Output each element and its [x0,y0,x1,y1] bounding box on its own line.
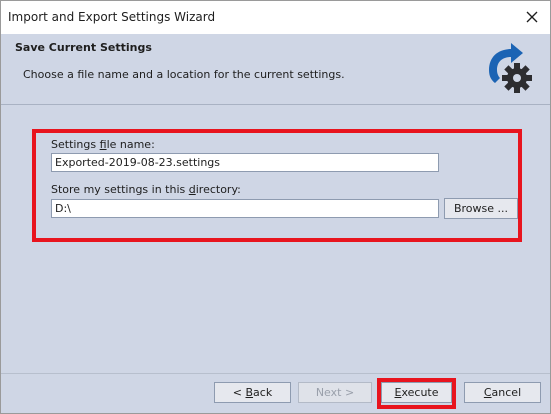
wizard-header: Save Current Settings Choose a file name… [1,34,550,104]
export-settings-gear-icon [489,43,532,93]
page-subtitle: Choose a file name and a location for th… [23,68,345,81]
page-title: Save Current Settings [15,41,152,54]
directory-label-accel: d [188,183,196,196]
title-bar: Import and Export Settings Wizard [1,1,550,34]
directory-input[interactable]: D:\ [51,199,439,218]
back-button[interactable]: < Back [214,382,291,403]
file-name-label-text-end: ile name: [106,138,155,151]
file-name-input[interactable]: Exported-2019-08-23.settings [51,153,439,172]
directory-label: Store my settings in this directory: [51,183,241,196]
next-button[interactable]: Next > [298,382,372,403]
browse-button[interactable]: Browse ... [444,198,518,219]
back-button-prefix: < [232,386,246,399]
back-button-accel: B [245,386,254,399]
back-button-label: ack [253,386,273,399]
cancel-button[interactable]: Cancel [464,382,541,403]
close-icon [526,11,538,23]
footer-divider [1,373,550,374]
close-button[interactable] [522,7,542,27]
execute-button[interactable]: Execute [381,382,452,403]
wizard-window: Import and Export Settings Wizard Save C… [0,0,551,414]
cancel-button-accel: C [483,386,492,399]
cancel-button-label: ancel [491,386,522,399]
window-title: Import and Export Settings Wizard [8,10,216,24]
directory-label-text: Store my settings in this [51,183,189,196]
directory-label-text-end: irectory: [195,183,241,196]
file-name-label-text: Settings [51,138,100,151]
execute-button-label: xecute [401,386,439,399]
file-name-label-accel: f [99,138,107,151]
file-name-label: Settings file name: [51,138,155,151]
